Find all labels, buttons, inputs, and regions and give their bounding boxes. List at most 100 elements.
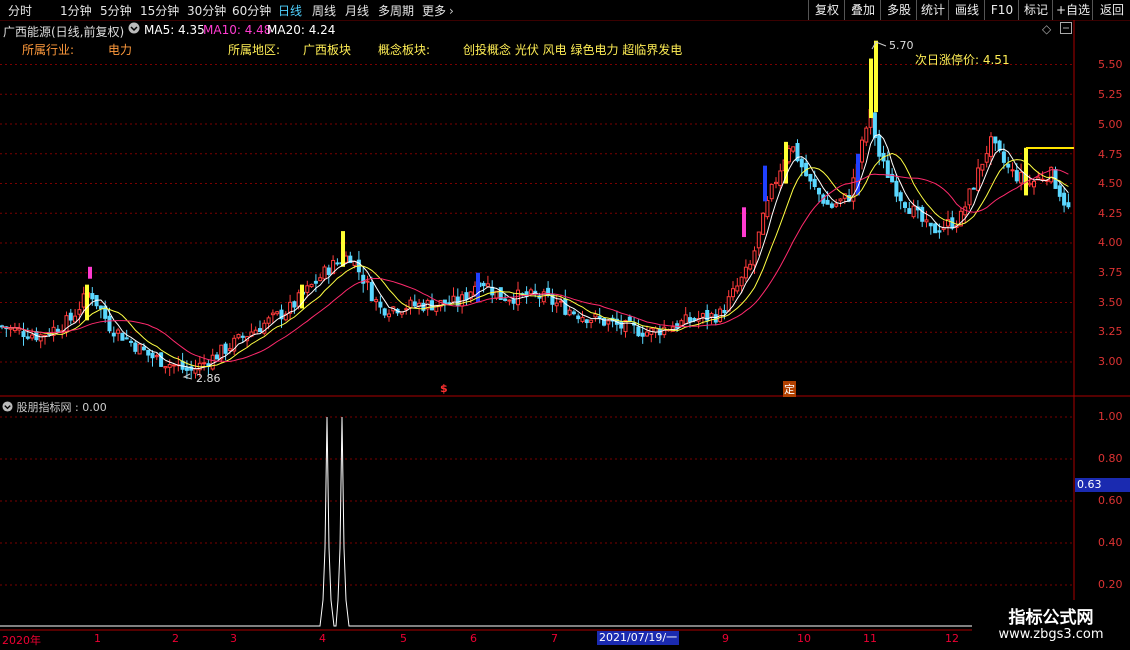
month-label: 2 — [172, 632, 179, 645]
candle-body — [709, 313, 714, 318]
candle-body — [77, 309, 82, 315]
candle-body — [1062, 192, 1067, 206]
candle-body — [860, 139, 864, 163]
indicator-tick: 0.80 — [1098, 452, 1123, 465]
candle-body — [210, 354, 215, 370]
candle-body — [894, 180, 899, 197]
candle-body — [924, 219, 929, 223]
candle-body — [30, 334, 35, 339]
event-marker-dollar[interactable]: $ — [440, 382, 448, 395]
candle-body — [223, 343, 228, 354]
candle-body — [984, 153, 989, 163]
candle-body — [989, 136, 993, 157]
candle-body — [111, 332, 116, 337]
candle-body — [791, 146, 796, 152]
candle-body — [150, 352, 155, 359]
candle-body — [369, 282, 374, 302]
candle-body — [137, 343, 142, 355]
candle-body — [756, 231, 761, 249]
candle-body — [1019, 171, 1024, 184]
indicator-tick: 0.40 — [1098, 536, 1123, 549]
candle-body — [864, 127, 869, 143]
candle-body — [645, 331, 649, 337]
candle-body — [485, 283, 490, 287]
candle-body — [967, 188, 972, 206]
candle-body — [163, 365, 168, 369]
candle-body — [335, 262, 340, 265]
price-tick: 4.25 — [1098, 207, 1123, 220]
signal-candle — [763, 165, 767, 202]
candle-body — [640, 332, 645, 337]
month-label: 11 — [863, 632, 877, 645]
candle-body — [812, 178, 817, 188]
low-price-label: 2.86 — [196, 372, 221, 385]
collapse-icon[interactable] — [2, 401, 13, 412]
candle-body — [679, 320, 684, 326]
candle-body — [296, 292, 301, 307]
month-label: 4 — [319, 632, 326, 645]
candle-body — [313, 280, 318, 284]
candle-body — [1001, 151, 1006, 163]
candle-body — [309, 283, 314, 288]
candle-body — [481, 282, 486, 287]
candle-body — [872, 112, 877, 139]
candle-body — [172, 364, 176, 367]
candle-body — [412, 301, 417, 307]
candle-body — [25, 336, 30, 339]
signal-candle — [88, 266, 92, 279]
signal-candle — [869, 58, 873, 119]
candle-body — [305, 285, 310, 293]
candle-body — [55, 328, 60, 333]
candle-body — [184, 367, 189, 371]
candle-body — [154, 355, 159, 358]
candlestick-chart[interactable] — [0, 0, 1130, 650]
candle-body — [593, 313, 598, 318]
cursor-date: 2021/07/19/一 — [597, 631, 680, 645]
candle-body — [129, 340, 133, 343]
candle-body — [735, 285, 740, 292]
candle-body — [559, 300, 563, 303]
price-tick: 3.00 — [1098, 355, 1123, 368]
candle-body — [68, 312, 73, 321]
candle-body — [73, 315, 78, 323]
candle-body — [567, 309, 572, 316]
candle-body — [318, 277, 323, 282]
candle-body — [576, 315, 581, 320]
candle-body — [683, 314, 688, 325]
candle-body — [21, 331, 26, 338]
candle-body — [159, 352, 164, 367]
candle-body — [907, 208, 912, 214]
high-price-label: 5.70 — [889, 39, 914, 52]
event-marker-ding[interactable]: 定 — [783, 381, 796, 397]
price-tick: 5.50 — [1098, 58, 1123, 71]
candle-body — [507, 299, 512, 302]
candle-body — [700, 313, 705, 318]
candle-body — [1066, 202, 1071, 208]
candle-body — [743, 266, 748, 279]
candle-body — [275, 311, 280, 315]
candle-body — [898, 192, 903, 202]
candle-body — [997, 140, 1002, 151]
ma10-line — [1, 152, 1069, 368]
watermark-url: www.zbgs3.com — [998, 627, 1104, 642]
candle-body — [382, 308, 387, 316]
candle-body — [606, 320, 611, 325]
ma5-line — [1, 133, 1069, 370]
candle-body — [761, 212, 766, 235]
indicator-title: 股朋指标网 : 0.00 — [16, 401, 107, 414]
limit-up-price-label: 次日涨停价: 4.51 — [915, 53, 1010, 67]
candle-body — [765, 200, 770, 218]
candle-body — [817, 188, 821, 195]
price-tick: 3.50 — [1098, 296, 1123, 309]
watermark-title: 指标公式网 — [1008, 608, 1094, 628]
month-label: 9 — [722, 632, 729, 645]
candle-body — [38, 334, 43, 342]
candle-body — [490, 286, 495, 296]
indicator-tick: 1.00 — [1098, 410, 1123, 423]
candle-body — [976, 167, 981, 191]
candle-body — [516, 289, 520, 306]
candle-body — [769, 183, 774, 200]
price-tick: 5.00 — [1098, 118, 1123, 131]
candle-body — [688, 317, 692, 323]
candle-body — [133, 342, 138, 352]
